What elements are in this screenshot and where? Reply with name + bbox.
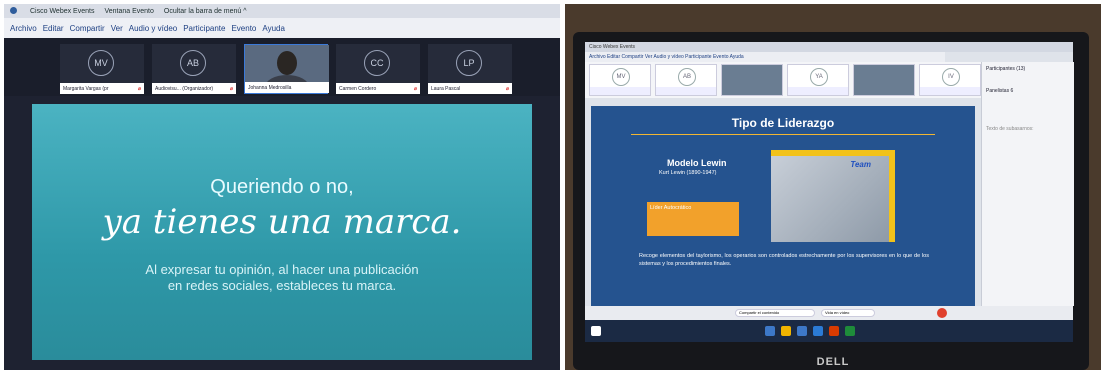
- participant-strip: MV Margarita Vargas (pr ⌀ AB Audiovisu...…: [4, 38, 560, 96]
- chat-input[interactable]: Texto de subasarnos:: [986, 126, 1034, 132]
- taskbar-folder-icon[interactable]: [781, 326, 791, 336]
- menu-compartir[interactable]: Compartir: [70, 24, 105, 33]
- participant-name: [656, 87, 716, 95]
- laptop-brand-logo: DELL: [816, 356, 850, 368]
- slide-body-line-2: en redes sociales, estableces tu marca.: [167, 278, 397, 293]
- taskbar-app-icon[interactable]: [797, 326, 807, 336]
- avatar: IV: [942, 68, 960, 86]
- photo-caption: Team: [850, 160, 871, 169]
- muted-mic-icon: ⌀: [505, 85, 509, 92]
- windows-start-icon[interactable]: [591, 326, 601, 336]
- end-call-icon[interactable]: [937, 308, 947, 318]
- menu-editar[interactable]: Editar: [43, 24, 64, 33]
- muted-mic-icon: ⌀: [137, 85, 141, 92]
- share-content-button[interactable]: Compartir el contenido: [735, 309, 815, 317]
- participant-name: [920, 87, 980, 95]
- title-bar: Cisco Webex Events: [585, 42, 1073, 52]
- title-underline: [631, 134, 935, 135]
- shared-slide: Tipo de Liderazgo Modelo Lewin Kurt Lewi…: [591, 106, 975, 306]
- participant-name: Margarita Vargas (pr: [63, 85, 109, 92]
- participant-tile[interactable]: IV: [919, 64, 981, 96]
- panelists-header[interactable]: Panelistas 6: [986, 88, 1013, 94]
- participant-name: [788, 87, 848, 95]
- menu-evento[interactable]: Evento: [231, 24, 256, 33]
- menu-ver[interactable]: Ver: [111, 24, 123, 33]
- menu-audio-video[interactable]: Audio y vídeo: [129, 24, 177, 33]
- slide-title: Tipo de Liderazgo: [731, 116, 835, 130]
- slide-body: Al expresar tu opinión, al hacer una pub…: [32, 262, 532, 294]
- slide-photo: Team: [771, 150, 895, 242]
- participant-tile-video[interactable]: [721, 64, 783, 96]
- tab-ventana-evento[interactable]: Ventana Evento: [104, 8, 153, 15]
- window-title: Cisco Webex Events: [30, 7, 95, 15]
- menu-bar: Archivo Editar Compartir Ver Audio y víd…: [4, 18, 560, 38]
- menu-participante[interactable]: Participante: [183, 24, 225, 33]
- highlight-box: Líder Autocrático: [647, 202, 739, 236]
- webex-logo-icon: [10, 6, 20, 16]
- taskbar-app-icon[interactable]: [829, 326, 839, 336]
- participant-name: Audiovisu... (Organizador): [155, 85, 214, 92]
- participant-tile[interactable]: CC Carmen Cordero ⌀: [336, 44, 420, 94]
- participant-tile[interactable]: AB: [655, 64, 717, 96]
- hide-menu-button[interactable]: Ocultar la barra de menú ^: [164, 8, 247, 15]
- title-bar: Cisco Webex Events Ventana Evento Oculta…: [4, 4, 560, 18]
- participant-name: Laura Pascal: [431, 85, 461, 92]
- avatar: YA: [810, 68, 828, 86]
- laptop-screen: Cisco Webex Events Archivo Editar Compar…: [585, 42, 1074, 342]
- meeting-controls: Compartir el contenido Vida en vídeo: [585, 306, 1073, 320]
- slide-author: Kurt Lewin (1890-1947): [659, 170, 717, 176]
- participant-strip: MV AB YA IV: [585, 62, 985, 98]
- participant-video-icon: [245, 45, 329, 85]
- slide-headline: ya tienes una marca.: [102, 202, 462, 242]
- video-button[interactable]: Vida en vídeo: [821, 309, 875, 317]
- menu-archivo[interactable]: Archivo: [10, 24, 37, 33]
- participant-name: Carmen Cordero: [339, 85, 377, 92]
- muted-mic-icon: ⌀: [229, 85, 233, 92]
- avatar: CC: [364, 50, 390, 76]
- shared-slide: Queriendo o no, ya tienes una marca. Al …: [32, 104, 532, 360]
- participants-panel: Participantes (13) Panelistas 6 Texto de…: [981, 62, 1074, 306]
- slide-paragraph: Recoge elementos del taylorismo, los ope…: [639, 253, 929, 267]
- webex-window-left: Cisco Webex Events Ventana Evento Oculta…: [4, 4, 560, 370]
- participant-tile[interactable]: MV Margarita Vargas (pr ⌀: [60, 44, 144, 94]
- avatar: LP: [456, 50, 482, 76]
- participant-name: [590, 87, 650, 95]
- participants-header[interactable]: Participantes (13): [986, 66, 1025, 72]
- participant-tile[interactable]: YA: [787, 64, 849, 96]
- windows-taskbar: [585, 320, 1073, 342]
- avatar: MV: [612, 68, 630, 86]
- participant-tile[interactable]: LP Laura Pascal ⌀: [428, 44, 512, 94]
- menu-ayuda[interactable]: Ayuda: [262, 24, 285, 33]
- participant-tile-video[interactable]: Johanna Medrosilla: [244, 44, 329, 94]
- taskbar-browser-icon[interactable]: [813, 326, 823, 336]
- slide-model: Modelo Lewin: [667, 158, 727, 168]
- highlight-text: Líder Autocrático: [650, 205, 692, 211]
- participant-tile[interactable]: AB Audiovisu... (Organizador) ⌀: [152, 44, 236, 94]
- avatar: MV: [88, 50, 114, 76]
- taskbar-app-icon[interactable]: [845, 326, 855, 336]
- taskbar-app-icon[interactable]: [765, 326, 775, 336]
- menu-bar[interactable]: Archivo Editar Compartir Ver Audio y víd…: [585, 52, 945, 62]
- participant-tile[interactable]: MV: [589, 64, 651, 96]
- muted-mic-icon: ⌀: [413, 85, 417, 92]
- slide-body-line-1: Al expresar tu opinión, al hacer una pub…: [145, 262, 419, 277]
- avatar: AB: [678, 68, 696, 86]
- laptop-photo-right: Cisco Webex Events Archivo Editar Compar…: [565, 4, 1101, 370]
- participant-name: Johanna Medrosilla: [248, 84, 292, 91]
- slide-line-1: Queriendo o no,: [210, 176, 354, 198]
- avatar: AB: [180, 50, 206, 76]
- participant-tile-video[interactable]: [853, 64, 915, 96]
